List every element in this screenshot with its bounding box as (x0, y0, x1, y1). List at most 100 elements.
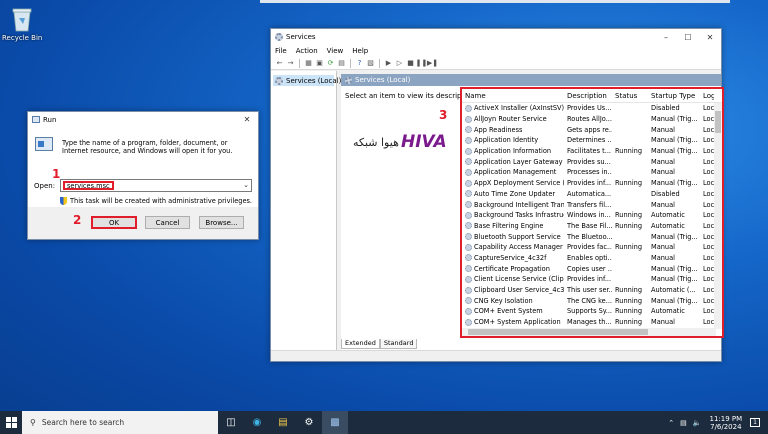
volume-muted-icon[interactable]: 🔈 (693, 419, 702, 427)
start-service-alt-icon[interactable]: ▷ (395, 59, 404, 68)
col-startup-type[interactable]: Startup Type (648, 92, 700, 100)
chevron-down-icon[interactable]: ⌄ (243, 181, 249, 189)
forward-arrow-icon[interactable]: → (286, 59, 295, 68)
start-button[interactable] (0, 411, 22, 434)
service-startup-type: Automatic (651, 307, 685, 316)
table-row[interactable]: AllJoyn Router Service Routes AllJo... Man… (462, 114, 722, 125)
taskbar-search-box[interactable]: ⚲ Search here to search (22, 411, 218, 434)
run-taskbar-icon[interactable]: ▩ (322, 411, 348, 434)
service-description: Provides su... (567, 157, 611, 166)
services-titlebar[interactable]: Services – ☐ ✕ (271, 29, 721, 45)
restart-service-icon[interactable]: ▶❚ (427, 59, 438, 68)
console-tree: Services (Local) (271, 71, 341, 350)
service-startup-type: Disabled (651, 189, 680, 198)
properties-icon[interactable]: ▣ (315, 59, 324, 68)
service-gear-icon (465, 147, 472, 155)
service-gear-icon (465, 265, 472, 273)
menu-file[interactable]: File (275, 47, 287, 55)
vertical-scroll-thumb[interactable] (715, 111, 721, 133)
back-arrow-icon[interactable]: ← (275, 59, 284, 68)
table-row[interactable]: Base Filtering Engine The Base Fil... Runn… (462, 221, 722, 232)
table-row[interactable]: Certificate Propagation Copies user ... Ma… (462, 263, 722, 274)
run-body: Type the name of a program, folder, docu… (28, 127, 258, 207)
service-description: Routes AllJo... (567, 115, 612, 124)
stop-service-icon[interactable]: ■ (406, 59, 415, 68)
table-row[interactable]: COM+ System Application Manages th... Runn… (462, 317, 722, 328)
col-description[interactable]: Description (564, 92, 612, 100)
open-input[interactable]: services.msc ⌄ (60, 179, 252, 192)
cancel-button[interactable]: Cancel (145, 216, 190, 229)
close-icon[interactable]: ✕ (699, 33, 721, 42)
table-row[interactable]: Background Intelligent Tran... Transfers … (462, 199, 722, 210)
services-window[interactable]: Services – ☐ ✕ File Action View Help ← →… (270, 28, 724, 362)
col-status[interactable]: Status (612, 92, 648, 100)
service-gear-icon (465, 201, 472, 209)
browse-button[interactable]: Browse... (199, 216, 244, 229)
service-gear-icon (465, 136, 472, 144)
open-input-value[interactable]: services.msc (63, 181, 114, 190)
help-icon[interactable]: ? (355, 59, 364, 68)
menu-action[interactable]: Action (296, 47, 318, 55)
tree-item-services-local[interactable]: Services (Local) (273, 75, 341, 86)
run-dialog[interactable]: Run ✕ Type the name of a program, folder… (27, 111, 259, 240)
service-startup-type: Automatic (651, 211, 685, 220)
service-name: Auto Time Zone Updater (462, 190, 564, 198)
close-icon[interactable]: ✕ (236, 115, 258, 124)
table-row[interactable]: ActiveX Installer (AxInstSV) Provides Us.… (462, 103, 722, 114)
table-row[interactable]: Auto Time Zone Updater Automatica... Disab… (462, 189, 722, 200)
table-row[interactable]: CNG Key Isolation The CNG ke... Running Man… (462, 295, 722, 306)
table-row[interactable]: CaptureService_4c32f Enables opti... Manua… (462, 253, 722, 264)
start-service-icon[interactable]: ▶ (384, 59, 393, 68)
table-row[interactable]: Client License Service (ClipS...Provides… (462, 274, 722, 285)
table-row[interactable]: Application Identity Determines ... Manual… (462, 135, 722, 146)
settings-gear-icon[interactable]: ⚙ (296, 411, 322, 434)
file-explorer-icon[interactable]: ▤ (270, 411, 296, 434)
table-row[interactable]: Application Management Processes in... Man… (462, 167, 722, 178)
recycle-bin-shortcut[interactable]: Recycle Bin (2, 6, 42, 42)
ok-button[interactable]: OK (91, 216, 137, 229)
service-log-on-as: Loc (703, 211, 714, 220)
tab-standard[interactable]: Standard (379, 339, 418, 349)
tab-extended[interactable]: Extended (341, 339, 380, 349)
minimize-icon[interactable]: – (655, 33, 677, 42)
menu-view[interactable]: View (327, 47, 344, 55)
table-row[interactable]: Application Layer Gateway ... Provides su… (462, 156, 722, 167)
show-pane-icon[interactable]: ▧ (366, 59, 375, 68)
task-view-icon[interactable]: ◫ (218, 411, 244, 434)
vertical-scrollbar[interactable] (714, 103, 722, 329)
menu-help[interactable]: Help (352, 47, 368, 55)
horizontal-scrollbar[interactable] (462, 328, 716, 336)
col-log-on-as[interactable]: Log (700, 92, 714, 100)
table-row[interactable]: App Readiness Gets apps re... Manual Loc (462, 124, 722, 135)
refresh-icon[interactable]: ⟳ (326, 59, 335, 68)
service-startup-type: Manual (651, 243, 675, 252)
export-icon[interactable]: ▤ (337, 59, 346, 68)
col-name[interactable]: Name (462, 92, 564, 100)
console-tree-icon[interactable]: ▦ (304, 59, 313, 68)
service-status: Running (615, 286, 643, 295)
table-row[interactable]: Bluetooth Support Service The Bluetoo... M… (462, 231, 722, 242)
pause-service-icon[interactable]: ❚❚ (416, 59, 428, 68)
table-row[interactable]: Application Information Facilitates t... R… (462, 146, 722, 157)
clock[interactable]: 11:19 PM 7/6/2024 (710, 415, 743, 431)
horizontal-scroll-thumb[interactable] (468, 329, 648, 335)
edge-browser-icon[interactable]: ◉ (244, 411, 270, 434)
run-titlebar[interactable]: Run ✕ (28, 112, 258, 127)
service-startup-type: Manual (651, 200, 675, 209)
services-list[interactable]: Name Description Status Startup Type Log… (460, 87, 724, 338)
notification-icon[interactable]: 1 (750, 418, 760, 427)
service-gear-icon (465, 243, 472, 251)
maximize-icon[interactable]: ☐ (677, 33, 699, 42)
table-row[interactable]: Background Tasks Infrastruc... Windows in… (462, 210, 722, 221)
service-log-on-as: Loc (703, 253, 714, 262)
clock-date: 7/6/2024 (710, 422, 742, 431)
table-row[interactable]: Clipboard User Service_4c32f This user se… (462, 285, 722, 296)
network-icon[interactable]: ▤ (680, 419, 687, 427)
service-gear-icon (465, 179, 472, 187)
service-log-on-as: Loc (703, 296, 714, 305)
table-row[interactable]: COM+ Event System Supports Sy... Running Au… (462, 306, 722, 317)
table-row[interactable]: Capability Access Manager ... Provides fa… (462, 242, 722, 253)
table-row[interactable]: AppX Deployment Service (... Provides inf… (462, 178, 722, 189)
service-log-on-as: Loc (703, 307, 714, 316)
tray-overflow-icon[interactable]: ⌃ (668, 419, 674, 427)
